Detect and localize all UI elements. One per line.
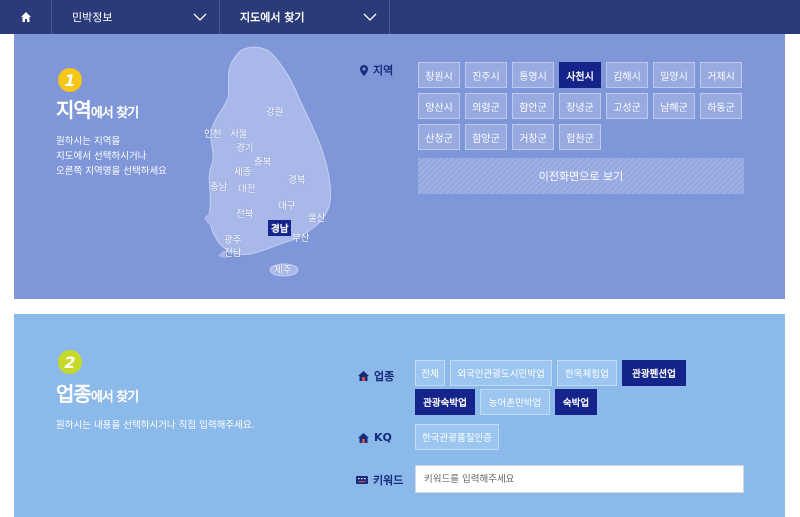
- title-main: 지역: [56, 98, 92, 122]
- city-button-goseong[interactable]: 고성군: [606, 93, 648, 119]
- korea-map-shape: [204, 46, 331, 277]
- city-button-haman[interactable]: 함안군: [512, 93, 554, 119]
- map-label-incheon[interactable]: 인천: [204, 126, 221, 140]
- city-button-uiryeong[interactable]: 의령군: [465, 93, 507, 119]
- nav-dropdown-category[interactable]: 민박정보: [52, 0, 220, 34]
- house-icon: [358, 371, 369, 381]
- step-badge: 1: [58, 68, 82, 92]
- map-label-sejong[interactable]: 세종: [234, 164, 251, 178]
- city-button-jinju[interactable]: 진주시: [465, 62, 507, 88]
- title-sub: 에서 찾기: [90, 390, 139, 405]
- industry-button-all[interactable]: 전체: [415, 360, 445, 386]
- nav-filler: [390, 0, 800, 34]
- map-label-seoul[interactable]: 서울: [230, 126, 247, 140]
- map-label-daejeon[interactable]: 대전: [238, 181, 255, 195]
- industry-label-text: 업종: [374, 370, 395, 383]
- section-title: 업종에서 찾기: [56, 378, 139, 407]
- map-label-ulsan[interactable]: 울산: [308, 210, 325, 224]
- city-button-hapcheon[interactable]: 합천군: [559, 124, 601, 150]
- region-label-text: 지역: [373, 64, 394, 77]
- map-label-chungbuk[interactable]: 충북: [254, 154, 271, 168]
- keyword-input[interactable]: [415, 465, 744, 493]
- industry-button-tourist-pension[interactable]: 관광펜션업: [622, 360, 686, 386]
- chevron-down-icon: [363, 13, 377, 21]
- kq-button-quality-certified[interactable]: 한국관광품질인증: [415, 424, 499, 450]
- industry-search-section: 2 업종에서 찾기 원하시는 내용을 선택하시거나 직접 입력해주세요. 업종 …: [14, 314, 785, 517]
- nav-dropdown-label: 지도에서 찾기: [240, 11, 305, 24]
- title-main: 업종: [56, 382, 92, 406]
- industry-button-lodging[interactable]: 숙박업: [555, 389, 597, 415]
- city-button-sancheong[interactable]: 산청군: [418, 124, 460, 150]
- city-button-yangsan[interactable]: 양산시: [418, 93, 460, 119]
- map-label-jeju[interactable]: 제주: [274, 262, 291, 276]
- city-button-hamyang[interactable]: 함양군: [465, 124, 507, 150]
- nav-dropdown-page[interactable]: 지도에서 찾기: [220, 0, 390, 34]
- keyword-label: 키워드: [356, 472, 403, 488]
- house-icon: [358, 432, 369, 443]
- map-label-jeonnam[interactable]: 전남: [224, 245, 241, 259]
- region-label: 지역: [360, 62, 393, 78]
- city-button-tongyeong[interactable]: 통영시: [512, 62, 554, 88]
- top-navigation: 민박정보 지도에서 찾기: [0, 0, 800, 34]
- industry-button-foreigner-homestay[interactable]: 외국인관광도시민박업: [450, 360, 552, 386]
- city-button-gimhae[interactable]: 김해시: [606, 62, 648, 88]
- industry-button-tourist-lodging[interactable]: 관광숙박업: [415, 389, 475, 415]
- back-to-previous-button[interactable]: 이전화면으로 보기: [418, 158, 744, 194]
- map-label-gyeonggi[interactable]: 경기: [236, 140, 253, 154]
- industry-button-hanok[interactable]: 한옥체험업: [557, 360, 617, 386]
- keyboard-icon: [356, 476, 368, 484]
- map-label-chungnam[interactable]: 충남: [210, 179, 227, 193]
- city-button-changwon[interactable]: 창원시: [418, 62, 460, 88]
- map-label-gyeongnam[interactable]: 경남: [268, 220, 292, 236]
- location-pin-icon: [360, 64, 368, 76]
- industry-button-farm-homestay[interactable]: 농어촌민박업: [480, 389, 550, 415]
- section-description: 원하시는 지역을 지도에서 선택하시거나 오른쪽 지역명을 선택하세요: [56, 136, 167, 177]
- chevron-down-icon: [193, 13, 207, 21]
- kq-label: KQ: [358, 431, 392, 444]
- keyword-label-text: 키워드: [373, 474, 404, 487]
- home-icon: [20, 12, 31, 22]
- home-button[interactable]: [0, 0, 52, 34]
- map-label-jeonbuk[interactable]: 전북: [236, 206, 253, 220]
- city-button-changnyeong[interactable]: 창녕군: [559, 93, 601, 119]
- industry-label: 업종: [358, 368, 394, 384]
- city-button-miryang[interactable]: 밀양시: [653, 62, 695, 88]
- map-label-gangwon[interactable]: 강원: [266, 104, 283, 118]
- section-description: 원하시는 내용을 선택하시거나 직접 입력해주세요.: [56, 420, 255, 431]
- korea-map[interactable]: 강원 인천 서울 경기 충북 세종 충남 대전 경북 대구 전북 경남 울산 광…: [194, 42, 364, 292]
- section-title: 지역에서 찾기: [56, 94, 139, 123]
- city-button-namhae[interactable]: 남해군: [653, 93, 695, 119]
- title-sub: 에서 찾기: [90, 106, 139, 121]
- nav-dropdown-label: 민박정보: [72, 11, 113, 24]
- city-button-sacheon[interactable]: 사천시: [559, 62, 601, 88]
- step-badge: 2: [58, 350, 82, 374]
- map-label-gwangju[interactable]: 광주: [224, 232, 241, 246]
- city-button-hadong[interactable]: 하동군: [700, 93, 742, 119]
- city-button-geoje[interactable]: 거제시: [700, 62, 742, 88]
- map-label-busan[interactable]: 부산: [292, 230, 309, 244]
- map-label-gyeongbuk[interactable]: 경북: [288, 172, 305, 186]
- city-button-geochang[interactable]: 거창군: [512, 124, 554, 150]
- kq-label-text: KQ: [374, 431, 392, 444]
- map-label-daegu[interactable]: 대구: [278, 198, 295, 212]
- region-search-section: 1 지역에서 찾기 원하시는 지역을 지도에서 선택하시거나 오른쪽 지역명을 …: [14, 34, 785, 299]
